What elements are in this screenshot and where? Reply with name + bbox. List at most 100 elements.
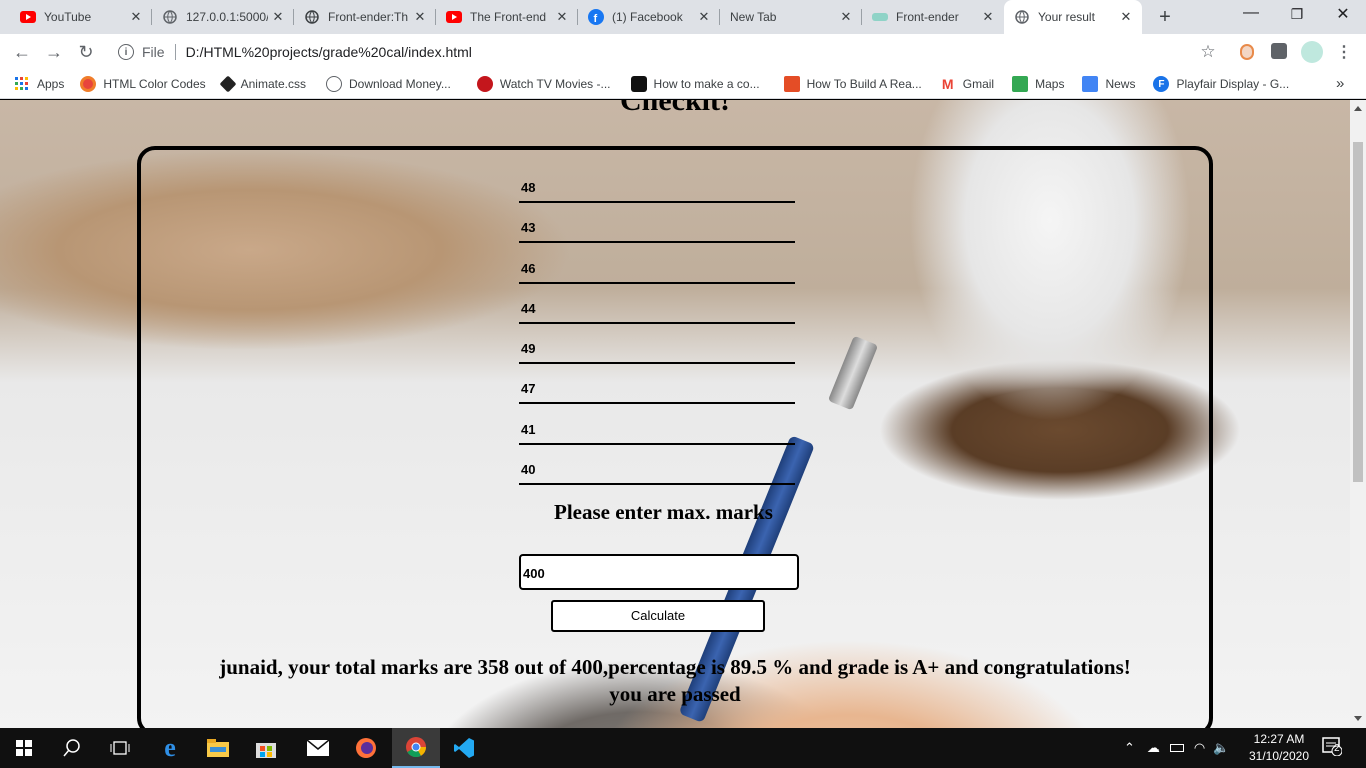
mark-field[interactable]: 47	[519, 364, 795, 404]
bookmark-label: Animate.css	[240, 77, 306, 91]
windows-start-icon[interactable]	[0, 728, 48, 768]
mark-field[interactable]: 49	[519, 324, 795, 364]
battery-icon[interactable]	[1169, 744, 1184, 752]
tab-facebook[interactable]: f (1) Facebook ✕	[578, 0, 720, 34]
onedrive-icon[interactable]: ☁	[1147, 740, 1160, 756]
scheme-label: File	[142, 44, 165, 60]
tab-youtube[interactable]: YouTube ✕	[0, 0, 152, 34]
mark-field[interactable]: 46	[519, 244, 795, 284]
url-text[interactable]: D:/HTML%20projects/grade%20cal/index.htm…	[186, 44, 472, 60]
mark-field[interactable]: 48	[519, 163, 795, 203]
tab-title: (1) Facebook	[612, 10, 683, 24]
bookmark-gmail[interactable]: M Gmail	[939, 76, 994, 92]
tab-strip: YouTube ✕ 127.0.0.1:5000/ ✕ Front-ender:…	[0, 0, 1366, 34]
scroll-up-arrow-icon[interactable]	[1354, 106, 1362, 111]
forward-arrow-icon[interactable]: →	[42, 42, 66, 63]
youtube-icon	[446, 9, 462, 25]
tab-frontend-youtube[interactable]: The Front-end ✕	[436, 0, 578, 34]
svg-text:f: f	[594, 13, 598, 25]
globe-icon	[304, 9, 320, 25]
gmail-icon: M	[939, 76, 956, 92]
bookmarks-bar: Apps HTML Color Codes Animate.css Downlo…	[0, 70, 1366, 99]
puzzle-icon[interactable]	[1271, 43, 1287, 59]
tab-title: Front-ender:Th	[328, 10, 409, 24]
info-icon[interactable]: i	[118, 44, 134, 60]
tv-icon	[476, 76, 493, 92]
close-icon[interactable]: ✕	[694, 9, 714, 25]
news-icon	[1082, 76, 1099, 92]
calculate-button[interactable]: Calculate	[551, 600, 765, 632]
tab-frontender-th[interactable]: Front-ender:Th ✕	[294, 0, 436, 34]
bookmark-apps[interactable]: Apps	[14, 76, 64, 92]
new-tab-button[interactable]: +	[1155, 6, 1175, 29]
firefox-icon[interactable]	[342, 728, 390, 768]
close-icon[interactable]: ✕	[836, 9, 856, 25]
system-tray: ⌃ ☁ ◠ 🔈	[1124, 728, 1229, 768]
bookmarks-overflow-button[interactable]: »	[1336, 75, 1344, 92]
bookmark-playfair[interactable]: F Playfair Display - G...	[1153, 76, 1289, 92]
bookmark-download-money[interactable]: Download Money...	[325, 76, 451, 92]
tab-new-tab[interactable]: New Tab ✕	[720, 0, 862, 34]
chrome-icon[interactable]	[392, 728, 440, 768]
back-arrow-icon[interactable]: ←	[10, 42, 34, 63]
code-icon	[630, 76, 647, 92]
bookmark-animate-css[interactable]: Animate.css	[219, 75, 306, 93]
mail-icon[interactable]	[294, 728, 342, 768]
reload-icon[interactable]: ↻	[74, 42, 98, 63]
taskbar: e ⌃ ☁ ◠ 🔈 12:27 AM 31/10/2020 2	[0, 728, 1366, 768]
vertical-scrollbar[interactable]	[1350, 100, 1366, 728]
edge-icon[interactable]: e	[146, 728, 194, 768]
mark-field[interactable]: 41	[519, 405, 795, 445]
profile-avatar[interactable]	[1301, 41, 1323, 63]
close-icon[interactable]: ✕	[978, 9, 998, 25]
close-icon[interactable]: ✕	[1116, 9, 1136, 25]
search-icon[interactable]	[48, 728, 96, 768]
mark-field[interactable]: 43	[519, 203, 795, 243]
tab-title: 127.0.0.1:5000/	[186, 10, 268, 24]
close-icon[interactable]: ✕	[552, 9, 572, 25]
bookmark-icon	[783, 76, 800, 92]
bookmark-watch-tv[interactable]: Watch TV Movies -...	[476, 76, 611, 92]
vscode-icon[interactable]	[440, 728, 488, 768]
restore-button[interactable]: ❐	[1274, 6, 1320, 23]
fonts-icon: F	[1153, 76, 1170, 92]
frontender-icon	[872, 9, 888, 25]
scrollbar-thumb[interactable]	[1353, 142, 1363, 482]
max-marks-input[interactable]: 400	[519, 554, 799, 590]
scroll-down-arrow-icon[interactable]	[1354, 716, 1362, 721]
close-icon[interactable]: ✕	[126, 9, 146, 25]
bookmark-html-color-codes[interactable]: HTML Color Codes	[80, 76, 206, 92]
clock-date: 31/10/2020	[1248, 749, 1310, 763]
bookmark-label: Download Money...	[348, 77, 451, 91]
notification-center-icon[interactable]: 2	[1322, 736, 1343, 761]
bookmark-how-to-build[interactable]: How To Build A Rea...	[783, 76, 922, 92]
bookmark-label: News	[1105, 77, 1136, 91]
mark-field[interactable]: 40	[519, 445, 795, 485]
apps-grid-icon	[14, 76, 30, 92]
tab-title: YouTube	[44, 10, 92, 24]
omnibox-divider	[174, 44, 176, 60]
task-view-icon[interactable]	[96, 728, 144, 768]
minimize-button[interactable]: —	[1228, 4, 1274, 22]
file-explorer-icon[interactable]	[194, 728, 242, 768]
close-icon[interactable]: ✕	[410, 9, 430, 25]
bookmark-how-to-make[interactable]: How to make a co...	[630, 76, 760, 92]
bookmark-news[interactable]: News	[1082, 76, 1135, 92]
tab-your-result[interactable]: Your result ✕	[1004, 0, 1142, 34]
wifi-icon[interactable]: ◠	[1194, 740, 1205, 756]
menu-icon[interactable]: ⋮	[1336, 42, 1352, 62]
mark-field[interactable]: 44	[519, 284, 795, 324]
tab-frontender[interactable]: Front-ender ✕	[862, 0, 1004, 34]
store-icon[interactable]	[242, 728, 290, 768]
star-icon[interactable]: ☆	[1196, 42, 1220, 62]
omnibox[interactable]: i File D:/HTML%20projects/grade%20cal/in…	[108, 38, 1228, 66]
window-close-button[interactable]: ✕	[1320, 4, 1366, 24]
tab-localhost[interactable]: 127.0.0.1:5000/ ✕	[152, 0, 294, 34]
taskbar-clock[interactable]: 12:27 AM 31/10/2020	[1244, 731, 1314, 765]
close-icon[interactable]: ✕	[268, 9, 288, 25]
extension-icon[interactable]	[1240, 44, 1254, 60]
clock-time: 12:27 AM	[1253, 732, 1305, 746]
volume-icon[interactable]: 🔈	[1213, 740, 1229, 756]
bookmark-maps[interactable]: Maps	[1012, 76, 1064, 92]
chevron-up-icon[interactable]: ⌃	[1124, 740, 1135, 756]
